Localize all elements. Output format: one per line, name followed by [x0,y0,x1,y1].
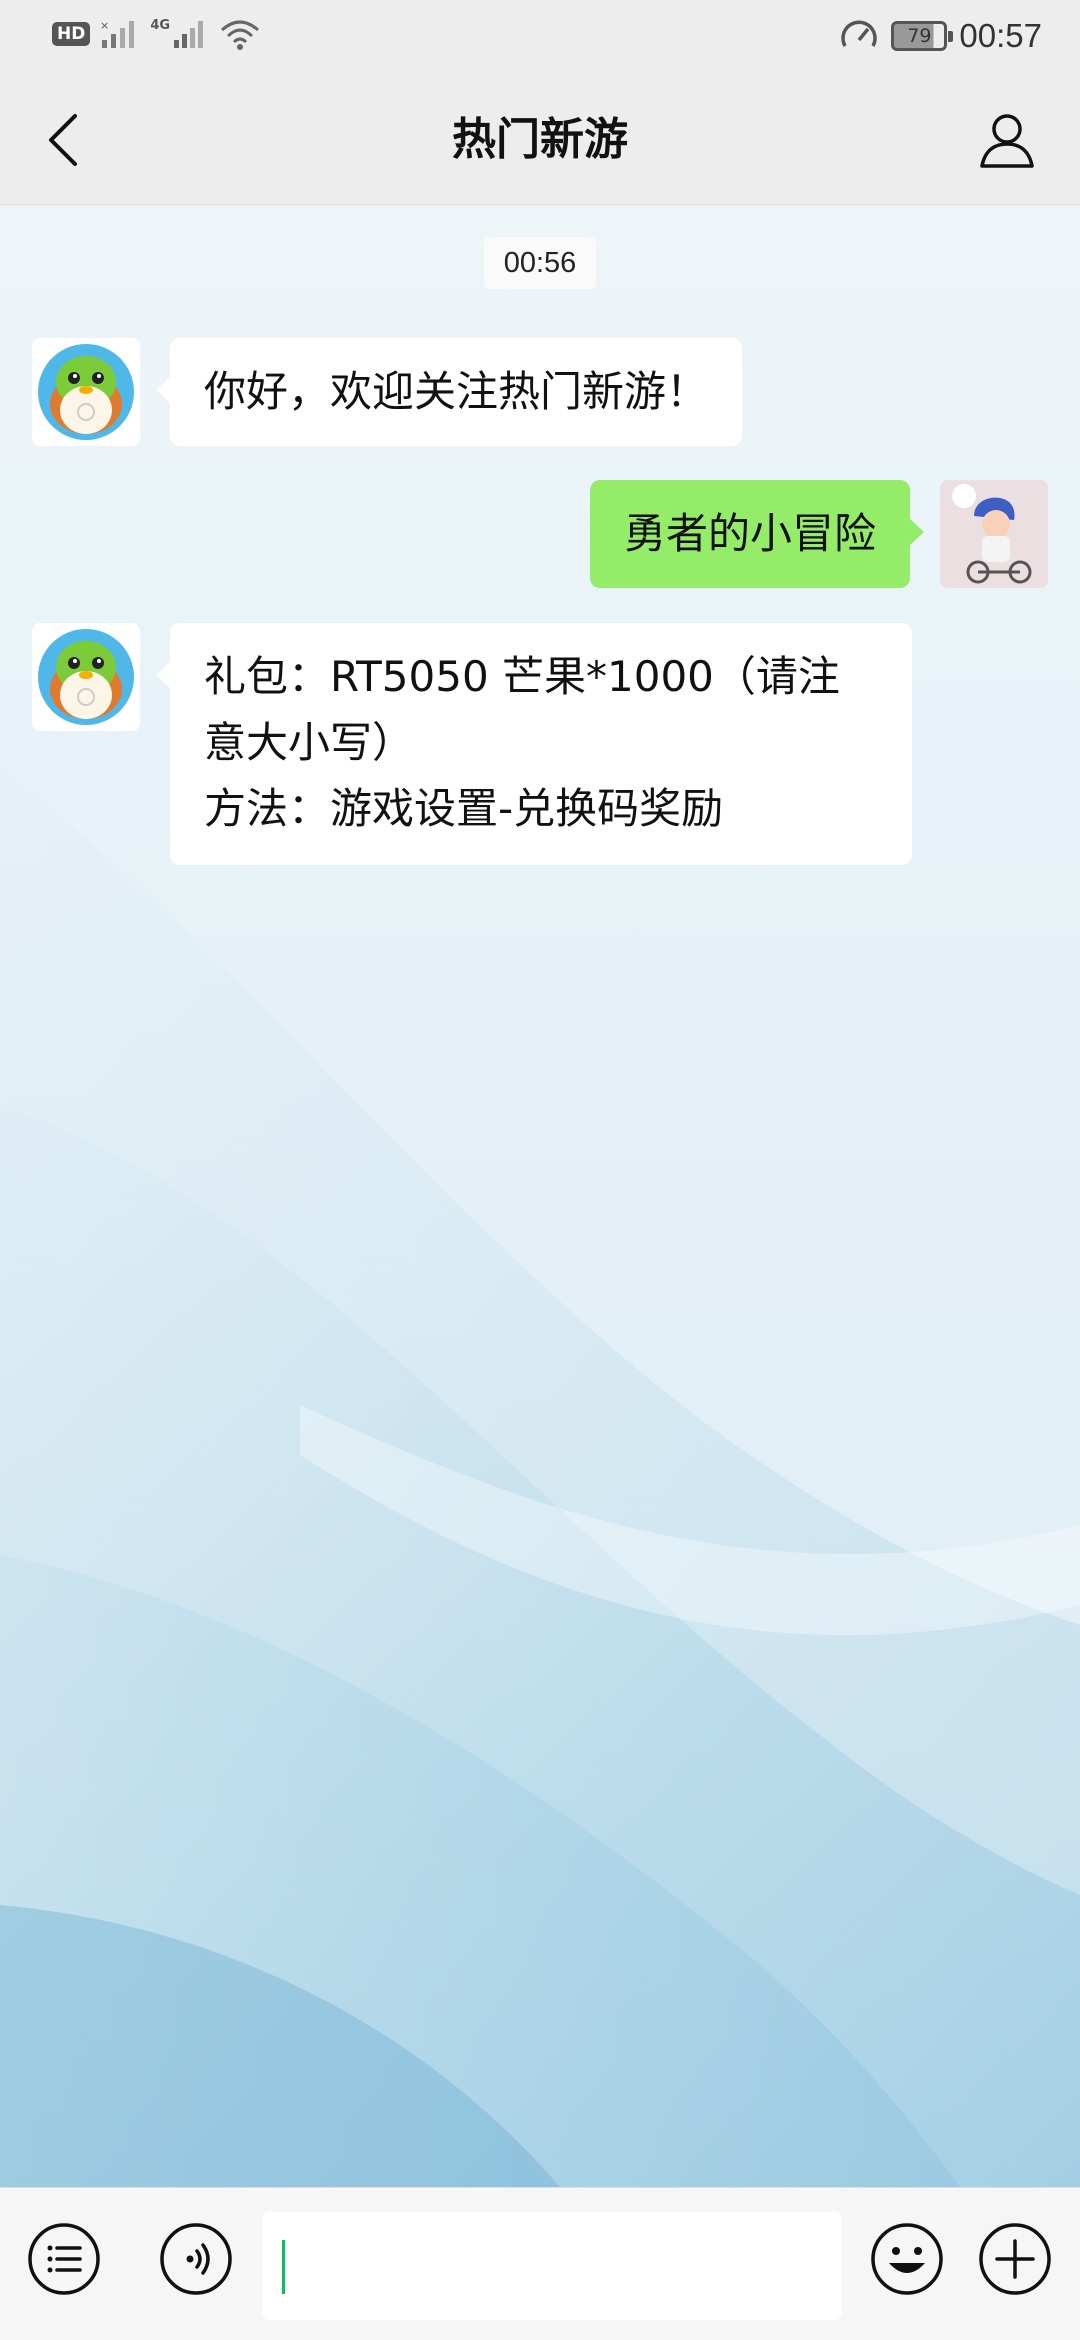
status-left: HD × 4G [52,18,262,50]
bird-mascot-icon [38,344,134,440]
profile-button[interactable] [972,105,1042,175]
menu-list-icon [28,2223,100,2295]
bird-mascot-icon [38,629,134,725]
wifi-icon [221,20,260,50]
status-right: 79 00:57 [839,16,1042,56]
status-time: 00:57 [959,17,1042,54]
emoji-button[interactable] [867,2219,947,2299]
message-text-line: 礼包：RT5050 芒果*1000（请注 [204,652,840,701]
plus-icon [979,2223,1051,2295]
message-timestamp: 00:56 [484,237,596,289]
battery-indicator: 79 [891,21,954,51]
page-title: 热门新游 [452,114,628,165]
battery-level: 79 [907,25,932,47]
boy-on-bike-avatar [940,480,1048,588]
message-bubble-outgoing[interactable]: 勇者的小冒险 [589,480,925,588]
speedometer-icon [841,20,878,47]
message-text: 你好，欢迎关注热门新游！ [204,367,709,416]
status-bar: HD × 4G 79 00:57 [0,0,1080,75]
my-avatar[interactable] [940,480,1048,588]
message-bubble-incoming[interactable]: 你好，欢迎关注热门新游！ [155,338,743,446]
chat-area[interactable]: 00:56 你好，欢迎关注热门新游！ 勇者的小冒险 礼包：RT5050 芒果*1… [0,205,1080,2187]
official-account-avatar[interactable] [32,338,140,446]
official-account-avatar[interactable] [32,623,140,731]
hd-badge: HD [52,22,91,46]
svg-text:×: × [100,19,109,32]
person-icon [980,114,1034,168]
message-text-line: 意大小写） [204,718,415,767]
message-bubble-incoming[interactable]: 礼包：RT5050 芒果*1000（请注 意大小写） 方法：游戏设置-兑换码奖励 [156,623,912,865]
message-text: 勇者的小冒险 [623,509,876,558]
add-button[interactable] [975,2219,1055,2299]
network-type: 4G [150,18,171,33]
message-text-line: 方法：游戏设置-兑换码奖励 [204,784,724,833]
voice-icon [160,2223,232,2295]
signal-icon: × [100,19,135,48]
text-caret [282,2240,285,2294]
emoji-icon [871,2223,943,2295]
signal-icon [174,21,204,48]
message-input[interactable] [262,2212,842,2320]
menu-button[interactable] [24,2219,104,2299]
chat-header: 热门新游 [0,75,1080,205]
input-bar [0,2187,1080,2340]
voice-button[interactable] [156,2219,236,2299]
